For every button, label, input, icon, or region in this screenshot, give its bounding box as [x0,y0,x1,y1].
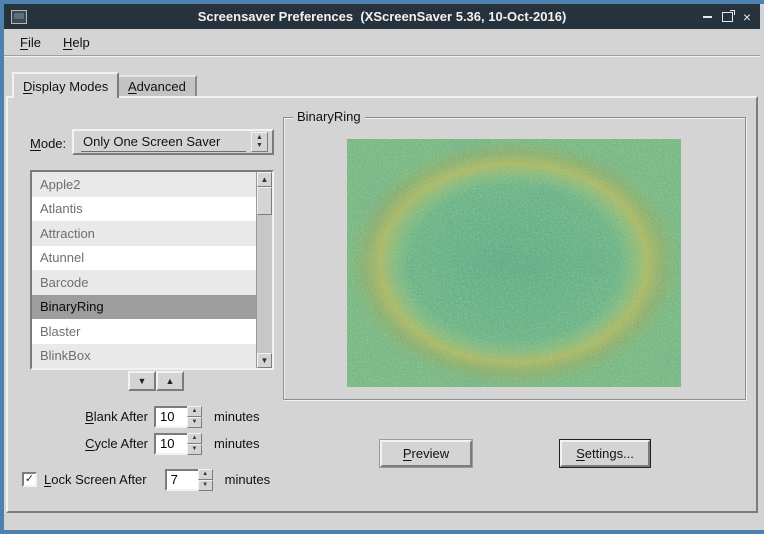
xscreensaver-window: Screensaver Preferences (XScreenSaver 5.… [0,0,764,534]
chevron-up-icon: ▲ [256,134,263,142]
spin-up-icon: ▲ [192,435,198,441]
list-item[interactable]: Attraction [32,221,256,246]
spin-up-button[interactable]: ▲ [187,406,202,417]
blank-after-spinbox: ▲ ▼ [154,406,202,428]
spin-down-button[interactable]: ▼ [198,480,213,491]
mode-select-value: Only One Screen Saver [81,133,246,152]
mode-select-stepper: ▲ ▼ [251,132,268,152]
cycle-after-row: Cycle After ▲ ▼ minutes [22,432,260,455]
check-icon: ✓ [25,474,34,485]
list-item[interactable]: Apple2 [32,172,256,197]
screensaver-rows: Apple2 Atlantis Attraction Atunnel Barco… [32,172,256,368]
restore-button[interactable] [717,7,737,27]
list-item[interactable]: Blaster [32,319,256,344]
list-item-label: BinaryRing [40,299,104,314]
list-item-label: Blaster [40,324,80,339]
blank-after-stepper: ▲ ▼ [187,406,202,428]
preview-image [347,139,681,387]
scrollbar-thumb[interactable] [257,187,272,215]
list-item-label: Barcode [40,275,88,290]
spin-down-icon: ▼ [192,419,198,425]
menu-item-help[interactable]: Help [52,32,101,53]
spin-up-icon: ▲ [202,471,208,477]
window-title: Screensaver Preferences (XScreenSaver 5.… [4,9,760,24]
tab-display-modes[interactable]: Display Modes [12,72,119,98]
lock-screen-stepper: ▲ ▼ [198,469,213,491]
lock-screen-spinbox: ▲ ▼ [165,469,213,491]
up-arrow-icon: ▲ [166,376,175,386]
move-down-button[interactable]: ▼ [128,371,156,391]
chevron-down-icon: ▼ [256,142,263,150]
scrollbar-track[interactable] [257,215,272,353]
list-item-label: Atunnel [40,250,84,265]
window-controls: × [697,4,757,29]
mode-select[interactable]: Only One Screen Saver ▲ ▼ [72,129,274,155]
spin-up-button[interactable]: ▲ [198,469,213,480]
menubar: File Help [4,29,760,56]
minimize-icon [703,16,712,18]
preview-button-label: Preview [403,446,449,461]
restore-icon [722,12,733,22]
tab-advanced[interactable]: Advanced [117,75,197,96]
cycle-after-spinbox: ▲ ▼ [154,433,202,455]
list-scrollbar[interactable]: ▲ ▼ [256,172,272,368]
preview-frame: BinaryRing [283,117,746,400]
lock-screen-unit: minutes [225,472,271,487]
spin-down-button[interactable]: ▼ [187,417,202,428]
cycle-after-stepper: ▲ ▼ [187,433,202,455]
minimize-button[interactable] [697,7,717,27]
preview-frame-label: BinaryRing [293,109,365,124]
list-item-label: Atlantis [40,201,83,216]
list-item-selected[interactable]: BinaryRing [32,295,256,320]
list-item[interactable]: Atlantis [32,197,256,222]
spin-down-icon: ▼ [192,446,198,452]
lock-screen-row: ✓ Lock Screen After ▲ ▼ minutes [22,468,270,491]
preview-button[interactable]: Preview [380,440,472,467]
list-item[interactable]: Barcode [32,270,256,295]
cycle-after-unit: minutes [214,436,260,451]
spin-down-button[interactable]: ▼ [187,444,202,455]
down-arrow-icon: ▼ [138,376,147,386]
lock-screen-label: Lock Screen After [44,472,147,487]
blank-after-label: Blank After [22,409,148,424]
window-menu-icon[interactable] [11,10,27,24]
display-modes-panel: Mode: Only One Screen Saver ▲ ▼ Apple2 A… [6,96,758,513]
cycle-after-label: Cycle After [22,436,148,451]
list-item-label: Attraction [40,226,95,241]
settings-button-label: Settings... [576,446,634,461]
list-item-label: BlinkBox [40,348,91,363]
settings-button[interactable]: Settings... [560,440,650,467]
tab-label: Display Modes [23,79,108,94]
scroll-up-icon: ▲ [261,175,269,184]
spin-up-icon: ▲ [192,408,198,414]
menu-item-file[interactable]: File [9,32,52,53]
tab-label: Advanced [128,79,186,94]
scroll-down-button[interactable]: ▼ [257,353,272,368]
list-move-buttons: ▼ ▲ [128,371,184,391]
blank-after-input[interactable] [154,406,187,428]
lock-screen-checkbox[interactable]: ✓ [22,472,37,487]
scroll-up-button[interactable]: ▲ [257,172,272,187]
mode-label: Mode: [30,136,66,151]
blank-after-unit: minutes [214,409,260,424]
spin-up-button[interactable]: ▲ [187,433,202,444]
spin-down-icon: ▼ [202,482,208,488]
list-item[interactable]: Atunnel [32,246,256,271]
list-item-label: Apple2 [40,177,80,192]
scroll-down-icon: ▼ [261,356,269,365]
cycle-after-input[interactable] [154,433,187,455]
close-button[interactable]: × [737,7,757,27]
screensaver-list: Apple2 Atlantis Attraction Atunnel Barco… [30,170,274,370]
lock-screen-input[interactable] [165,469,198,491]
blank-after-row: Blank After ▲ ▼ minutes [22,405,260,428]
list-item[interactable]: BlinkBox [32,344,256,369]
move-up-button[interactable]: ▲ [156,371,184,391]
close-icon: × [743,9,751,25]
titlebar: Screensaver Preferences (XScreenSaver 5.… [4,4,760,29]
